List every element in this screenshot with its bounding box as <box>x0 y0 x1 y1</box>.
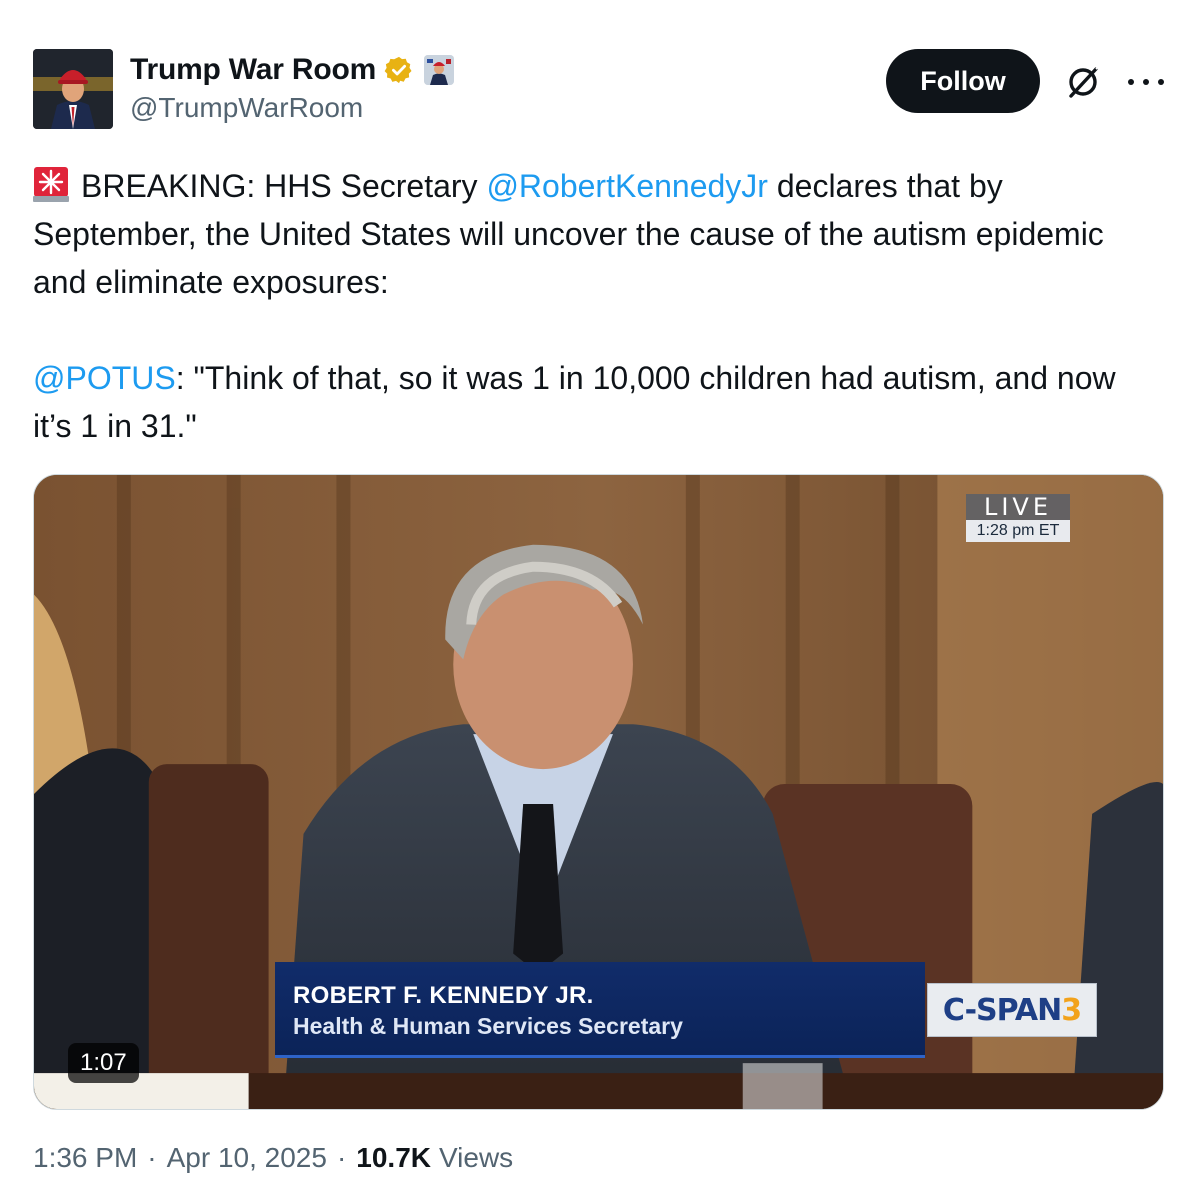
cspan-logo: C-SPAN 3 <box>927 983 1097 1037</box>
mention-robertkennedyjr[interactable]: @RobertKennedyJr <box>486 168 768 204</box>
author-display-name[interactable]: Trump War Room <box>130 53 376 87</box>
quote-text: : "Think of that, so it was 1 in 10,000 … <box>33 360 1116 444</box>
live-label: LIVE <box>966 494 1070 520</box>
tweet-time[interactable]: 1:36 PM <box>33 1142 137 1174</box>
views-label: Views <box>439 1142 514 1173</box>
video-duration: 1:07 <box>68 1043 139 1083</box>
author-handle[interactable]: @TrumpWarRoom <box>130 92 363 124</box>
tweet-meta: 1:36 PM · Apr 10, 2025 · 10.7K Views <box>33 1142 513 1174</box>
verified-badge-icon[interactable] <box>384 55 414 85</box>
author-avatar[interactable] <box>33 49 113 129</box>
rotating-light-icon <box>33 167 69 202</box>
avatar-image <box>33 49 113 129</box>
cspan-logo-number: 3 <box>1061 992 1082 1028</box>
follow-button[interactable]: Follow <box>886 49 1040 113</box>
speaker-name: ROBERT F. KENNEDY JR. <box>293 982 594 1009</box>
meta-separator: · <box>336 1142 347 1173</box>
affiliate-badge-icon[interactable] <box>424 55 455 85</box>
live-time: 1:28 pm ET <box>966 520 1070 542</box>
tweet-paragraph-1: BREAKING: HHS Secretary @RobertKennedyJr… <box>33 162 1158 306</box>
views-count[interactable]: 10.7K <box>356 1142 431 1174</box>
meta-separator: · <box>147 1142 157 1173</box>
tweet-date[interactable]: Apr 10, 2025 <box>167 1142 327 1174</box>
more-options-icon[interactable] <box>1128 62 1164 102</box>
tweet-text: BREAKING: HHS Secretary @RobertKennedyJr… <box>33 162 1158 450</box>
speaker-title: Health & Human Services Secretary <box>293 1013 683 1039</box>
tweet-paragraph-2: @POTUS: "Think of that, so it was 1 in 1… <box>33 354 1158 450</box>
author-name-row: Trump War Room <box>130 52 455 88</box>
video-player[interactable]: LIVE 1:28 pm ET ROBERT F. KENNEDY JR. He… <box>33 474 1164 1110</box>
grok-icon[interactable] <box>1063 62 1103 102</box>
live-indicator: LIVE 1:28 pm ET <box>966 494 1070 542</box>
cspan-logo-text: C-SPAN <box>942 992 1062 1028</box>
breaking-prefix: BREAKING: HHS Secretary <box>81 168 487 204</box>
lower-third-caption: ROBERT F. KENNEDY JR. Health & Human Ser… <box>275 962 925 1058</box>
mention-potus[interactable]: @POTUS <box>33 360 176 396</box>
